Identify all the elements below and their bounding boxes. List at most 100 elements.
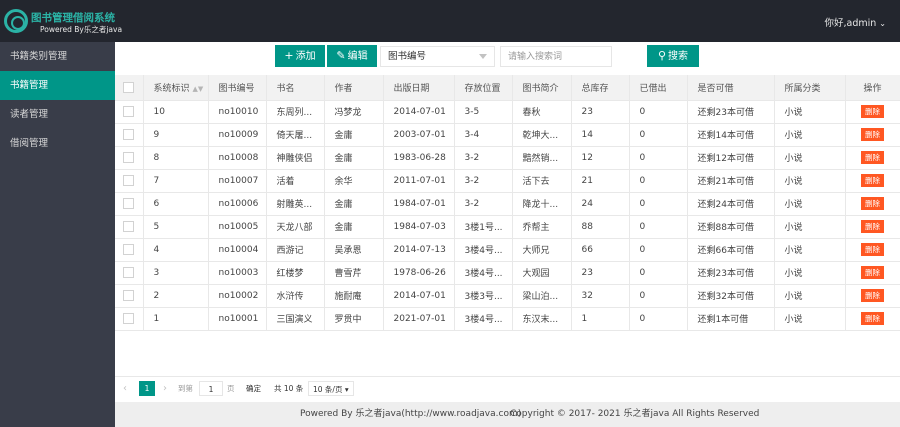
cell-actions: 删除 xyxy=(845,146,900,170)
column-header-borrowed: 已借出 xyxy=(629,75,688,101)
row-checkbox[interactable] xyxy=(115,146,144,170)
cell-id: 4 xyxy=(143,238,209,262)
cell-category: 小说 xyxy=(774,146,846,170)
cell-category: 小说 xyxy=(774,123,846,147)
checkbox-icon xyxy=(123,175,135,186)
search-button-label: 搜索 xyxy=(668,51,689,62)
search-button[interactable]: ⚲ 搜索 xyxy=(647,45,699,67)
row-checkbox[interactable] xyxy=(115,215,144,239)
sidebar-item-book-management[interactable]: 书籍管理 xyxy=(0,71,115,100)
app-logo[interactable]: 图书管理借阅系统 Powered By乐之者java xyxy=(0,0,122,42)
row-checkbox[interactable] xyxy=(115,123,144,147)
cell-available: 还剩32本可借 xyxy=(687,284,775,308)
cell-location: 3-2 xyxy=(454,192,513,216)
select-all-checkbox[interactable] xyxy=(115,75,144,101)
table-row[interactable]: 4 no10004 西游记 吴承恩 2014-07-13 3楼4号... 大师兄 66 0 还剩6… xyxy=(115,238,900,262)
add-button-label: 添加 xyxy=(295,51,316,62)
table-row[interactable]: 1 no10001 三国演义 罗贯中 2021-07-01 3楼4号... 东汉末... 1 0… xyxy=(115,307,900,331)
search-input[interactable] xyxy=(500,46,612,67)
page-size-value: 10 条/页 xyxy=(313,385,343,394)
checkbox-icon xyxy=(123,244,135,255)
user-menu[interactable]: 你好,admin ⌄ xyxy=(825,15,887,29)
column-header-id[interactable]: 系统标识 ▲▼ xyxy=(143,75,209,101)
add-button[interactable]: + 添加 xyxy=(275,45,325,67)
delete-button[interactable]: 删除 xyxy=(861,128,884,141)
next-page-icon[interactable]: › xyxy=(163,381,167,396)
cell-title: 射雕英... xyxy=(266,192,325,216)
table-row[interactable]: 2 no10002 水浒传 施耐庵 2014-07-01 3楼3号... 梁山泊... 32 0… xyxy=(115,284,900,308)
table-row[interactable]: 9 no10009 倚天屠... 金庸 2003-07-01 3-4 乾坤大... 14 0 还剩… xyxy=(115,123,900,147)
cell-title: 西游记 xyxy=(266,238,325,262)
cell-book-no: no10004 xyxy=(208,238,267,262)
cell-available: 还剩24本可借 xyxy=(687,192,775,216)
cell-publish-date: 1984-07-03 xyxy=(383,215,455,239)
row-checkbox[interactable] xyxy=(115,169,144,193)
row-checkbox[interactable] xyxy=(115,192,144,216)
column-header-author: 作者 xyxy=(324,75,384,101)
row-checkbox[interactable] xyxy=(115,284,144,308)
cell-actions: 删除 xyxy=(845,238,900,262)
cell-author: 吴承恩 xyxy=(324,238,384,262)
delete-button[interactable]: 删除 xyxy=(861,243,884,256)
cell-actions: 删除 xyxy=(845,215,900,239)
page-size-select[interactable]: 10 条/页 ▾ xyxy=(308,381,354,396)
delete-button[interactable]: 删除 xyxy=(861,289,884,302)
page-1-button[interactable]: 1 xyxy=(139,381,155,396)
sidebar-nav: 书籍类别管理 书籍管理 读者管理 借阅管理 xyxy=(0,42,115,427)
cell-actions: 删除 xyxy=(845,261,900,285)
delete-button[interactable]: 删除 xyxy=(861,174,884,187)
sidebar-item-borrow-management[interactable]: 借阅管理 xyxy=(0,129,115,158)
books-table: 系统标识 ▲▼ 图书编号 书名 作者 出版日期 存放位置 图书简介 总库存 已借出… xyxy=(115,75,900,331)
column-header-title: 书名 xyxy=(266,75,325,101)
sidebar-item-reader-management[interactable]: 读者管理 xyxy=(0,100,115,129)
row-checkbox[interactable] xyxy=(115,307,144,331)
column-header-category: 所属分类 xyxy=(774,75,846,101)
delete-button[interactable]: 删除 xyxy=(861,266,884,279)
cell-stock: 21 xyxy=(571,169,630,193)
table-row[interactable]: 3 no10003 红楼梦 曹雪芹 1978-06-26 3楼4号... 大观园 23 0 还剩2… xyxy=(115,261,900,285)
goto-page-input[interactable]: 1 xyxy=(199,381,223,396)
row-checkbox[interactable] xyxy=(115,100,144,124)
cell-title: 红楼梦 xyxy=(266,261,325,285)
table-row[interactable]: 6 no10006 射雕英... 金庸 1984-07-01 3-2 降龙十... 24 0 还剩… xyxy=(115,192,900,216)
app-subtitle: Powered By乐之者java xyxy=(40,25,123,34)
cell-stock: 1 xyxy=(571,307,630,331)
cell-intro: 春秋 xyxy=(512,100,572,124)
table-row[interactable]: 5 no10005 天龙八部 金庸 1984-07-03 3楼1号... 乔帮主 88 0 还剩8… xyxy=(115,215,900,239)
delete-button[interactable]: 删除 xyxy=(861,105,884,118)
column-header-publish-date: 出版日期 xyxy=(383,75,455,101)
search-field-select[interactable]: 图书编号 xyxy=(380,46,495,67)
cell-available: 还剩1本可借 xyxy=(687,307,775,331)
table-row[interactable]: 8 no10008 神雕侠侣 金庸 1983-06-28 3-2 黯然销... 12 0 还剩12… xyxy=(115,146,900,170)
table-row[interactable]: 10 no10010 东周列... 冯梦龙 2014-07-01 3-5 春秋 23 0 还剩23… xyxy=(115,100,900,124)
edit-button[interactable]: ✎ 编辑 xyxy=(327,45,377,67)
delete-button[interactable]: 删除 xyxy=(861,312,884,325)
delete-button[interactable]: 删除 xyxy=(861,151,884,164)
cell-id: 8 xyxy=(143,146,209,170)
cell-stock: 14 xyxy=(571,123,630,147)
row-checkbox[interactable] xyxy=(115,238,144,262)
cell-stock: 88 xyxy=(571,215,630,239)
cell-borrowed: 0 xyxy=(629,261,688,285)
cell-author: 罗贯中 xyxy=(324,307,384,331)
cell-title: 神雕侠侣 xyxy=(266,146,325,170)
chevron-down-icon: ⌄ xyxy=(879,19,886,28)
cell-intro: 活下去 xyxy=(512,169,572,193)
sort-icon[interactable]: ▲▼ xyxy=(193,85,204,93)
cell-id: 7 xyxy=(143,169,209,193)
prev-page-icon[interactable]: ‹ xyxy=(123,381,127,396)
cell-title: 水浒传 xyxy=(266,284,325,308)
cell-borrowed: 0 xyxy=(629,146,688,170)
table-row[interactable]: 7 no10007 活着 余华 2011-07-01 3-2 活下去 21 0 还剩21本可借 小说… xyxy=(115,169,900,193)
checkbox-icon xyxy=(123,129,135,140)
sidebar-item-book-category[interactable]: 书籍类别管理 xyxy=(0,42,115,71)
goto-confirm-button[interactable]: 确定 xyxy=(246,381,261,396)
column-header-actions: 操作 xyxy=(845,75,900,101)
cell-author: 金庸 xyxy=(324,123,384,147)
delete-button[interactable]: 删除 xyxy=(861,220,884,233)
row-checkbox[interactable] xyxy=(115,261,144,285)
cell-location: 3-2 xyxy=(454,169,513,193)
cell-location: 3楼4号... xyxy=(454,238,513,262)
cell-id: 2 xyxy=(143,284,209,308)
delete-button[interactable]: 删除 xyxy=(861,197,884,210)
